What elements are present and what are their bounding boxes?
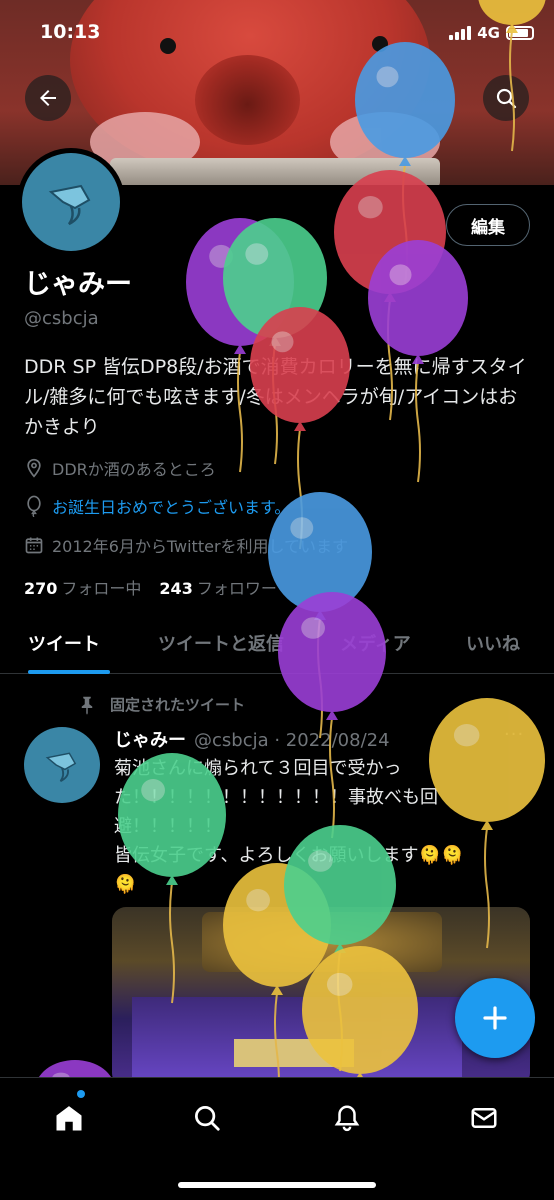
- status-bar: 10:13 4G: [0, 0, 554, 66]
- following-label: フォロー中: [61, 579, 142, 598]
- search-icon: [496, 88, 517, 109]
- balloon-icon: [27, 495, 41, 517]
- birthday-row[interactable]: お誕生日おめでとうございます。: [24, 494, 290, 518]
- back-button[interactable]: [25, 75, 71, 121]
- media-plate: [234, 1039, 354, 1067]
- tweet-avatar[interactable]: [24, 727, 100, 803]
- compose-tweet-button[interactable]: [455, 978, 535, 1058]
- pinned-label: 固定されたツイート: [110, 696, 246, 714]
- calendar-icon: [25, 537, 43, 554]
- tab-tweets[interactable]: ツイート: [28, 630, 100, 656]
- mail-icon: [471, 1108, 497, 1128]
- search-button[interactable]: [483, 75, 529, 121]
- profile-tabs: ツイート ツイートと返信 メディア いいね: [0, 612, 554, 674]
- edit-profile-button[interactable]: 編集: [446, 204, 530, 246]
- profile-bio: DDR SP 皆伝DP8段/お酒で消費カロリーを無に帰すスタイル/雑多に何でも呟…: [24, 356, 527, 438]
- balloon-highlight: [358, 196, 383, 219]
- joined-row: 2012年6月からTwitterを利用しています: [24, 533, 348, 557]
- balloon-highlight: [209, 244, 233, 268]
- status-time: 10:13: [40, 21, 101, 43]
- stingray-icon: [48, 184, 91, 226]
- status-indicators: 4G: [449, 24, 534, 42]
- arrow-left-icon: [40, 90, 56, 106]
- tab-tweets-and-replies[interactable]: ツイートと返信: [158, 630, 284, 656]
- media-logo-glow: [202, 912, 442, 972]
- location-row: DDRか酒のあるところ: [24, 456, 216, 480]
- balloon-knot: [384, 292, 396, 302]
- nav-search[interactable]: [185, 1096, 229, 1140]
- balloon-highlight: [271, 331, 294, 353]
- balloon-highlight: [389, 264, 412, 286]
- nav-home[interactable]: [47, 1096, 91, 1140]
- tweet-author-name[interactable]: じゃみー: [114, 730, 186, 751]
- pinned-label-row: 固定されたツイート: [78, 694, 245, 715]
- balloon-knot: [269, 336, 281, 346]
- tweet-author-meta: @csbcja · 2022/08/24: [194, 730, 390, 751]
- stingray-icon: [45, 752, 77, 782]
- plus-icon: [483, 1006, 507, 1030]
- profile-handle: @csbcja: [24, 308, 99, 329]
- joined-text: 2012年6月からTwitterを利用しています: [52, 537, 349, 556]
- following-link[interactable]: 270 フォロー中: [24, 575, 141, 599]
- battery-icon: [506, 26, 534, 40]
- balloon-body: [186, 218, 294, 346]
- pin-icon: [81, 696, 93, 715]
- location-pin-icon: [27, 458, 41, 478]
- location-text: DDRか酒のあるところ: [52, 460, 216, 479]
- nav-notifications[interactable]: [325, 1096, 369, 1140]
- followers-count: 243: [159, 579, 193, 598]
- following-count: 270: [24, 579, 58, 598]
- tab-likes[interactable]: いいね: [466, 630, 520, 656]
- bell-icon: [334, 1105, 360, 1132]
- tweet-header: じゃみー @csbcja · 2022/08/24: [114, 726, 390, 752]
- tab-media[interactable]: メディア: [340, 630, 411, 656]
- profile-avatar[interactable]: [17, 148, 125, 256]
- network-label: 4G: [477, 24, 500, 42]
- balloon-highlight: [245, 243, 269, 265]
- tweet-more-button[interactable]: ···: [504, 724, 524, 745]
- balloon-string: [297, 428, 303, 550]
- avatar-image: [22, 153, 120, 251]
- balloon-body: [334, 170, 446, 294]
- active-tab-indicator: [28, 670, 110, 674]
- signal-icon: [449, 26, 472, 40]
- search-icon: [195, 1106, 220, 1131]
- tweet-text: 菊池さんに煽られて３回目で受かった！！！！！！！！！！！！事故べも回避！！！！！…: [114, 758, 464, 895]
- home-indicator: [178, 1182, 376, 1188]
- balloon-knot: [326, 710, 338, 720]
- nav-messages[interactable]: [462, 1096, 506, 1140]
- balloon-body: [223, 218, 327, 338]
- banner-plush-mouth: [195, 55, 300, 145]
- display-name: じゃみー: [24, 269, 132, 300]
- banner-bowl: [110, 158, 440, 185]
- home-notification-dot: [77, 1090, 85, 1098]
- follow-stats: 270 フォロー中 243 フォロワー: [24, 575, 277, 599]
- home-icon: [56, 1106, 82, 1131]
- balloon-body: [368, 240, 468, 356]
- followers-label: フォロワー: [196, 579, 277, 598]
- followers-link[interactable]: 243 フォロワー: [159, 575, 276, 599]
- balloon-highlight: [453, 724, 480, 747]
- birthday-text[interactable]: お誕生日おめでとうございます。: [52, 494, 290, 518]
